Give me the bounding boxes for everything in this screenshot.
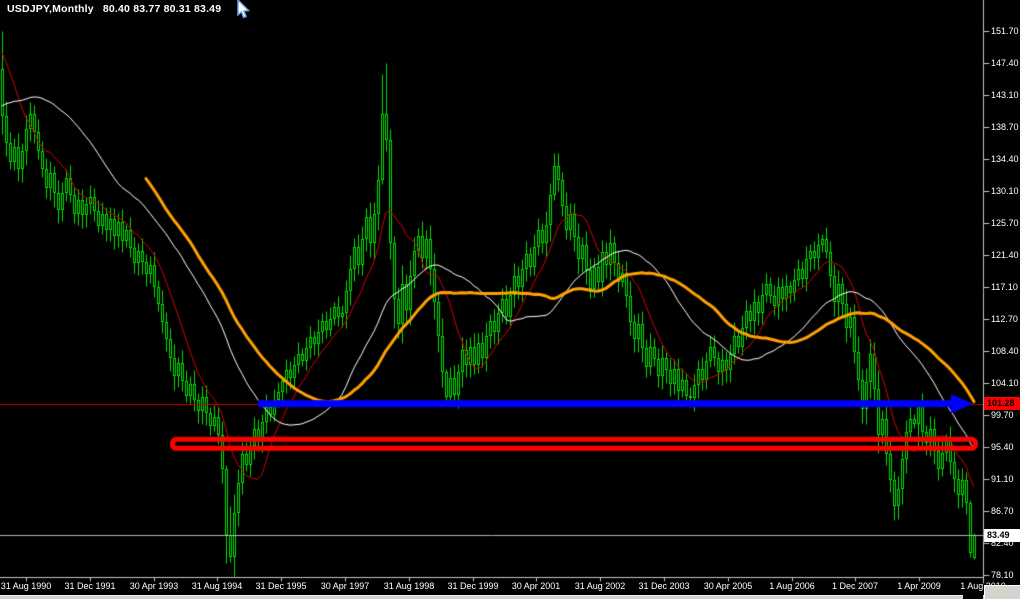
- time-axis-label: 31 Dec 2003: [638, 581, 690, 591]
- price-axis-label: 130.10: [991, 186, 1019, 196]
- price-axis-label: 91.10: [991, 474, 1014, 484]
- mt4-chart-window: USDJPY,Monthly 80.40 83.77 80.31 83.49 15…: [0, 0, 1020, 599]
- price-axis[interactable]: 151.70 147.40 143.10 138.70 134.40 130.10 125.…: [983, 0, 1020, 583]
- chart-symbol-label: USDJPY,Monthly: [7, 3, 94, 15]
- price-axis-label: 138.70: [991, 122, 1019, 132]
- time-axis-label: 31 Aug 1994: [191, 581, 243, 591]
- price-axis-label: 112.70: [991, 314, 1018, 324]
- chart-ohlc-label: 80.40 83.77 80.31 83.49: [102, 3, 222, 15]
- price-tag-trendline-level: 101.28: [984, 397, 1020, 410]
- price-axis-label: 125.70: [991, 218, 1019, 228]
- time-axis-label: 30 Apr 2005: [703, 581, 753, 591]
- horizontal-scrollbar[interactable]: [0, 595, 1020, 599]
- mouse-cursor-icon: [237, 0, 251, 19]
- time-axis-label: 31 Dec 1991: [64, 581, 116, 591]
- time-axis-label: 1 Dec 2007: [831, 581, 879, 591]
- price-axis-label: 108.40: [991, 346, 1019, 356]
- price-tag-bid: 83.49: [984, 529, 1020, 542]
- time-axis-label: 1 Aug 2006: [769, 581, 815, 591]
- scrollbar-gap: [963, 595, 983, 599]
- time-axis-label: 31 Dec 1999: [447, 581, 499, 591]
- price-axis-label: 151.70: [991, 26, 1019, 36]
- time-axis[interactable]: 31 Aug 1990 31 Dec 1991 30 Apr 1993 31 Aug …: [0, 578, 1020, 595]
- scrollbar-corner: [984, 585, 1020, 599]
- price-axis-label: 95.40: [991, 442, 1014, 452]
- time-axis-label: 30 Apr 1997: [320, 581, 370, 591]
- price-axis-label: 117.10: [991, 282, 1018, 292]
- time-axis-label: 30 Apr 2001: [511, 581, 561, 591]
- time-axis-label: 31 Aug 1990: [0, 581, 52, 591]
- price-axis-label: 121.40: [991, 250, 1019, 260]
- price-axis-label: 104.10: [991, 378, 1019, 388]
- chart-canvas[interactable]: [0, 0, 1020, 599]
- time-axis-label: 1 Apr 2009: [897, 581, 941, 591]
- time-axis-label: 31 Dec 1995: [255, 581, 307, 591]
- price-axis-label: 143.10: [991, 90, 1019, 100]
- time-axis-label: 30 Apr 1993: [129, 581, 179, 591]
- price-axis-label: 134.40: [991, 154, 1019, 164]
- time-axis-label: 31 Aug 2002: [574, 581, 626, 591]
- price-axis-label: 147.40: [991, 58, 1019, 68]
- time-axis-label: 31 Aug 1998: [383, 581, 435, 591]
- price-axis-label: 99.70: [991, 410, 1014, 420]
- price-axis-label: 86.70: [991, 506, 1014, 516]
- chart-title: USDJPY,Monthly 80.40 83.77 80.31 83.49: [7, 3, 221, 15]
